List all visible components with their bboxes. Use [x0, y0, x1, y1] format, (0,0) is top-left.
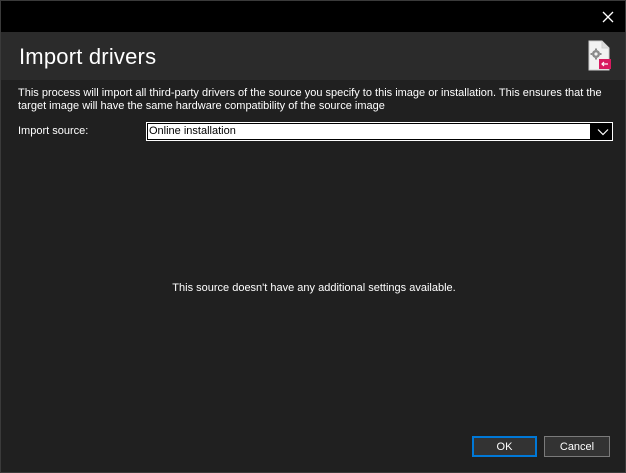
close-icon: [602, 11, 614, 22]
page-title: Import drivers: [19, 44, 157, 69]
gear-document-icon: [587, 40, 611, 72]
close-button[interactable]: [591, 1, 625, 32]
dialog-header: Import drivers: [1, 32, 625, 80]
import-source-label: Import source:: [18, 125, 89, 137]
import-source-value: Online installation: [148, 124, 590, 139]
process-description: This process will import all third-party…: [18, 87, 602, 112]
import-drivers-dialog: Import drivers This process will import …: [0, 0, 626, 473]
cancel-button[interactable]: Cancel: [544, 436, 610, 457]
no-settings-message: This source doesn't have any additional …: [172, 282, 456, 294]
import-source-select[interactable]: Online installation: [146, 122, 613, 141]
chevron-down-icon: [596, 125, 610, 138]
ok-button[interactable]: OK: [472, 436, 537, 457]
title-bar: [1, 1, 625, 32]
